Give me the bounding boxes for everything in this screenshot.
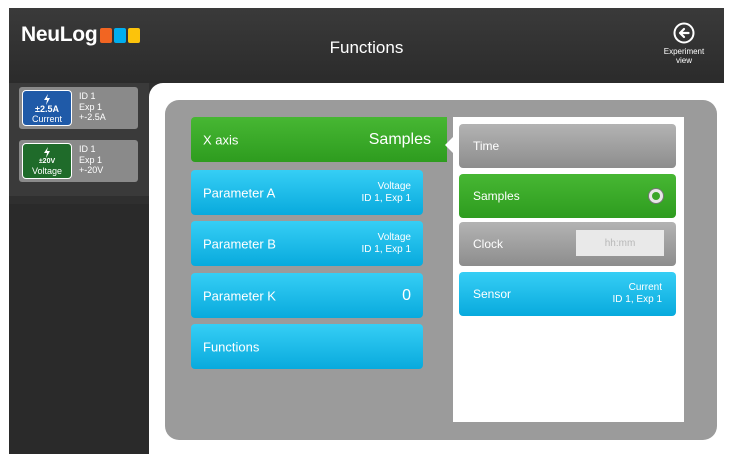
sensor-voltage[interactable]: ±20V Voltage ID 1 Exp 1 +-20V <box>19 140 138 182</box>
sensor-range-info: +-20V <box>79 165 104 175</box>
parameter-a-value-line1: Voltage <box>377 180 411 192</box>
sensor-id: ID 1 <box>79 144 96 154</box>
parameter-k-value: 0 <box>402 286 411 304</box>
option-sensor[interactable]: Sensor Current ID 1, Exp 1 <box>459 272 676 316</box>
option-sensor-value: Current ID 1, Exp 1 <box>613 282 662 306</box>
functions-button[interactable]: Functions <box>191 324 423 369</box>
clock-time-input[interactable] <box>576 230 664 256</box>
back-arrow-circle-icon <box>673 22 695 44</box>
sensor-info: ID 1 Exp 1 +-2.5A <box>79 91 106 123</box>
parameter-b-label: Parameter B <box>203 236 276 251</box>
sensor-range-info: +-2.5A <box>79 112 106 122</box>
option-clock-label: Clock <box>473 237 504 251</box>
sensor-panel: ±2.5A Current ID 1 Exp 1 +-2.5A ±20V Vol… <box>9 83 149 196</box>
parameter-a-value: Voltage ID 1, Exp 1 <box>362 181 411 205</box>
app-window: NeuLog Functions Experiment view ±2.5A C… <box>9 8 724 454</box>
lightning-icon <box>44 147 50 158</box>
sensor-range: ±2.5A <box>35 104 59 114</box>
sensor-id: ID 1 <box>79 91 96 101</box>
x-axis-options-panel: Time Samples Clock Sensor Current ID 1, … <box>453 117 684 422</box>
sensor-info: ID 1 Exp 1 +-20V <box>79 144 103 176</box>
parameter-b-value: Voltage ID 1, Exp 1 <box>362 232 411 256</box>
parameter-b-value-line2: ID 1, Exp 1 <box>361 243 411 255</box>
sensor-current-tile: ±2.5A Current <box>22 90 72 126</box>
parameter-k-button[interactable]: Parameter K 0 <box>191 273 423 318</box>
page-title: Functions <box>329 38 404 57</box>
x-axis-value: Samples <box>368 130 431 148</box>
parameter-b-value-line1: Voltage <box>377 231 411 243</box>
option-samples[interactable]: Samples <box>459 174 676 218</box>
option-time[interactable]: Time <box>459 124 676 168</box>
option-samples-label: Samples <box>473 189 520 203</box>
main-content: X axis Samples Parameter A Voltage ID 1,… <box>149 83 724 454</box>
functions-label: Functions <box>203 339 260 354</box>
header-bar: NeuLog Functions Experiment view <box>9 8 724 83</box>
experiment-view-label: Experiment view <box>663 47 705 65</box>
option-time-label: Time <box>473 139 500 153</box>
x-axis-button[interactable]: X axis Samples <box>191 117 447 162</box>
option-sensor-value-line1: Current <box>628 282 662 293</box>
functions-frame: X axis Samples Parameter A Voltage ID 1,… <box>165 100 717 440</box>
sensor-exp: Exp 1 <box>79 154 103 165</box>
sidebar-empty-area <box>9 204 149 454</box>
option-clock[interactable]: Clock <box>459 222 676 266</box>
samples-radio-selected-icon[interactable] <box>649 189 663 203</box>
sensor-range: ±20V <box>38 158 56 165</box>
sensor-type: Voltage <box>31 166 63 176</box>
sensor-current[interactable]: ±2.5A Current ID 1 Exp 1 +-2.5A <box>19 87 138 129</box>
parameter-k-label: Parameter K <box>203 288 276 303</box>
parameter-a-label: Parameter A <box>203 185 276 200</box>
sensor-exp: Exp 1 <box>79 101 103 112</box>
option-sensor-value-line2: ID 1, Exp 1 <box>612 294 662 305</box>
parameter-a-button[interactable]: Parameter A Voltage ID 1, Exp 1 <box>191 170 423 215</box>
sensor-type: Current <box>31 114 62 124</box>
parameter-b-button[interactable]: Parameter B Voltage ID 1, Exp 1 <box>191 221 423 266</box>
sensor-voltage-tile: ±20V Voltage <box>22 143 72 179</box>
option-sensor-label: Sensor <box>473 287 512 301</box>
parameter-a-value-line2: ID 1, Exp 1 <box>361 192 411 204</box>
experiment-view-button[interactable]: Experiment view <box>658 22 710 65</box>
x-axis-label: X axis <box>203 132 239 147</box>
